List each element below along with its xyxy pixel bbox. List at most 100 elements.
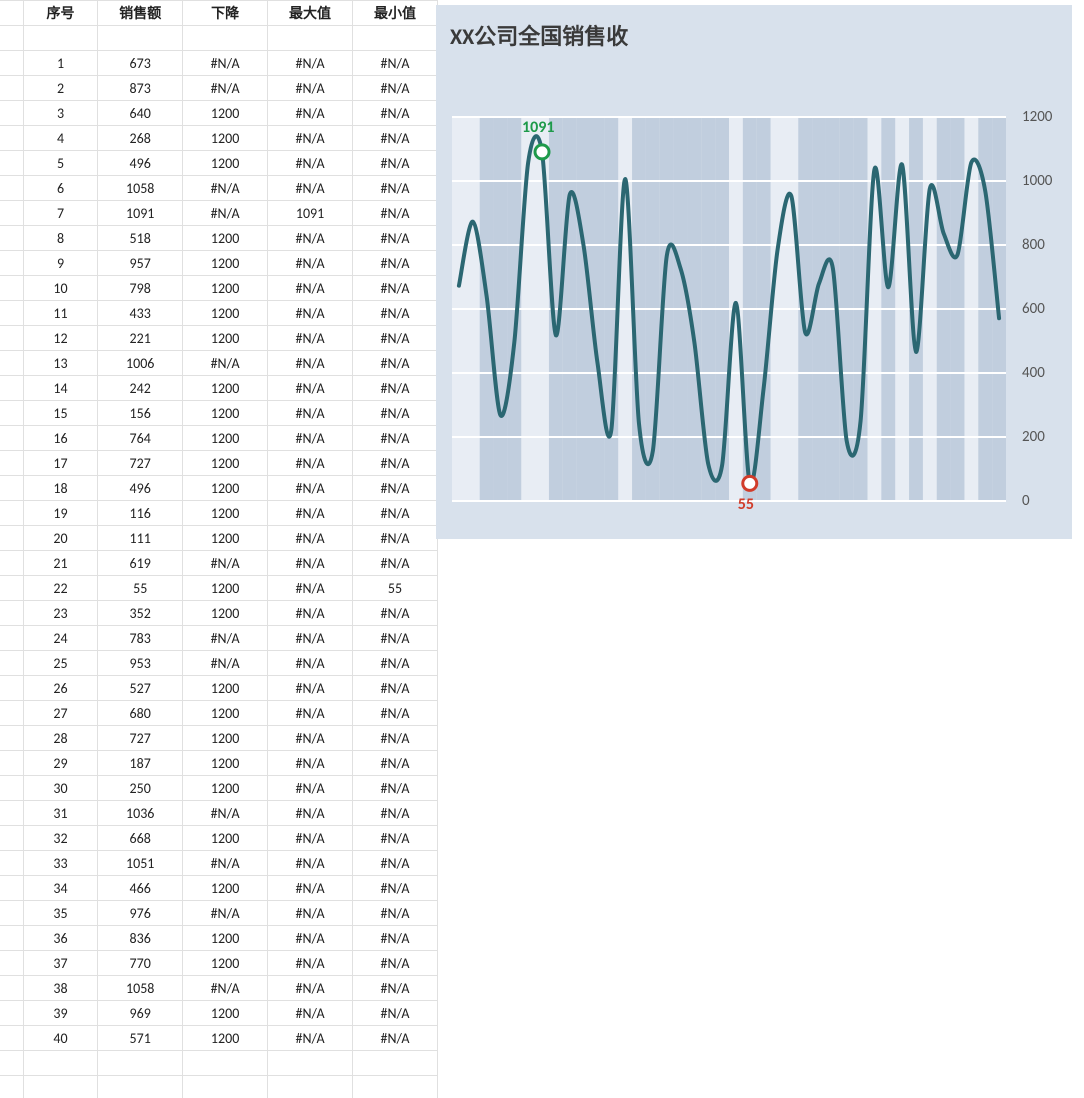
cell-down[interactable]: 1200 bbox=[183, 501, 268, 526]
cell-min[interactable]: #N/A bbox=[353, 651, 438, 676]
cell-min[interactable]: #N/A bbox=[353, 701, 438, 726]
cell-max[interactable]: #N/A bbox=[268, 476, 353, 501]
table-row[interactable]: 25953#N/A#N/A#N/A bbox=[0, 651, 438, 676]
cell-min[interactable]: #N/A bbox=[353, 626, 438, 651]
cell-sales[interactable]: 111 bbox=[98, 526, 183, 551]
cell-seq[interactable]: 36 bbox=[23, 926, 98, 951]
cell-min[interactable]: #N/A bbox=[353, 551, 438, 576]
cell-seq[interactable]: 6 bbox=[23, 176, 98, 201]
cell-max[interactable]: #N/A bbox=[268, 826, 353, 851]
table-row[interactable]: 122211200#N/A#N/A bbox=[0, 326, 438, 351]
table-row[interactable]: 331051#N/A#N/A#N/A bbox=[0, 851, 438, 876]
cell-seq[interactable]: 8 bbox=[23, 226, 98, 251]
table-row[interactable]: 107981200#N/A#N/A bbox=[0, 276, 438, 301]
cell-min[interactable]: #N/A bbox=[353, 776, 438, 801]
table-row[interactable]: 291871200#N/A#N/A bbox=[0, 751, 438, 776]
cell-max[interactable]: #N/A bbox=[268, 1001, 353, 1026]
table-row[interactable]: 142421200#N/A#N/A bbox=[0, 376, 438, 401]
cell-max[interactable]: #N/A bbox=[268, 851, 353, 876]
cell-sales[interactable]: 953 bbox=[98, 651, 183, 676]
cell-down[interactable]: 1200 bbox=[183, 476, 268, 501]
cell-sales[interactable]: 352 bbox=[98, 601, 183, 626]
cell-max[interactable]: 1091 bbox=[268, 201, 353, 226]
cell-seq[interactable]: 22 bbox=[23, 576, 98, 601]
cell-sales[interactable]: 496 bbox=[98, 151, 183, 176]
cell-max[interactable]: #N/A bbox=[268, 126, 353, 151]
cell-down[interactable]: 1200 bbox=[183, 526, 268, 551]
sales-chart[interactable]: XX公司全国销售收 020040060080010001200 1091 55 bbox=[436, 5, 1072, 539]
table-row[interactable]: 35976#N/A#N/A#N/A bbox=[0, 901, 438, 926]
cell-max[interactable]: #N/A bbox=[268, 376, 353, 401]
cell-seq[interactable]: 10 bbox=[23, 276, 98, 301]
cell-down[interactable]: 1200 bbox=[183, 251, 268, 276]
cell-max[interactable]: #N/A bbox=[268, 976, 353, 1001]
cell-max[interactable]: #N/A bbox=[268, 726, 353, 751]
cell-sales[interactable]: 976 bbox=[98, 901, 183, 926]
cell-down[interactable]: 1200 bbox=[183, 376, 268, 401]
cell-seq[interactable]: 18 bbox=[23, 476, 98, 501]
cell-seq[interactable]: 24 bbox=[23, 626, 98, 651]
table-row[interactable]: 151561200#N/A#N/A bbox=[0, 401, 438, 426]
cell-sales[interactable]: 1091 bbox=[98, 201, 183, 226]
table-row[interactable]: 24783#N/A#N/A#N/A bbox=[0, 626, 438, 651]
cell-sales[interactable]: 242 bbox=[98, 376, 183, 401]
cell-max[interactable]: #N/A bbox=[268, 51, 353, 76]
cell-down[interactable]: 1200 bbox=[183, 326, 268, 351]
cell-max[interactable]: #N/A bbox=[268, 351, 353, 376]
table-row[interactable]: 311036#N/A#N/A#N/A bbox=[0, 801, 438, 826]
table-row[interactable] bbox=[0, 1051, 438, 1076]
cell-sales[interactable]: 527 bbox=[98, 676, 183, 701]
cell-sales[interactable]: 518 bbox=[98, 226, 183, 251]
cell-seq[interactable]: 28 bbox=[23, 726, 98, 751]
data-table[interactable]: 序号 销售额 下降 最大值 最小值 1673#N/A#N/A#N/A2873#N… bbox=[0, 0, 438, 1098]
cell-down[interactable]: 1200 bbox=[183, 701, 268, 726]
table-row[interactable]: 276801200#N/A#N/A bbox=[0, 701, 438, 726]
table-row[interactable]: 377701200#N/A#N/A bbox=[0, 951, 438, 976]
cell-down[interactable]: 1200 bbox=[183, 751, 268, 776]
cell-down[interactable]: 1200 bbox=[183, 926, 268, 951]
cell-down[interactable]: 1200 bbox=[183, 576, 268, 601]
cell-down[interactable]: #N/A bbox=[183, 626, 268, 651]
cell-min[interactable]: #N/A bbox=[353, 276, 438, 301]
cell-down[interactable]: #N/A bbox=[183, 651, 268, 676]
cell-seq[interactable]: 1 bbox=[23, 51, 98, 76]
cell-down[interactable]: #N/A bbox=[183, 201, 268, 226]
cell-max[interactable]: #N/A bbox=[268, 326, 353, 351]
table-row[interactable]: 131006#N/A#N/A#N/A bbox=[0, 351, 438, 376]
cell-max[interactable]: #N/A bbox=[268, 101, 353, 126]
cell-sales[interactable]: 1006 bbox=[98, 351, 183, 376]
cell-max[interactable]: #N/A bbox=[268, 526, 353, 551]
table-row[interactable]: 233521200#N/A#N/A bbox=[0, 601, 438, 626]
header-max[interactable]: 最大值 bbox=[268, 1, 353, 26]
cell-down[interactable]: 1200 bbox=[183, 276, 268, 301]
header-min[interactable]: 最小值 bbox=[353, 1, 438, 26]
cell-max[interactable]: #N/A bbox=[268, 551, 353, 576]
table-row[interactable]: 287271200#N/A#N/A bbox=[0, 726, 438, 751]
cell-max[interactable]: #N/A bbox=[268, 776, 353, 801]
cell-seq[interactable]: 35 bbox=[23, 901, 98, 926]
cell-max[interactable]: #N/A bbox=[268, 451, 353, 476]
table-row[interactable]: 399691200#N/A#N/A bbox=[0, 1001, 438, 1026]
table-row[interactable]: 99571200#N/A#N/A bbox=[0, 251, 438, 276]
cell-sales[interactable]: 116 bbox=[98, 501, 183, 526]
header-down[interactable]: 下降 bbox=[183, 1, 268, 26]
cell-min[interactable]: #N/A bbox=[353, 451, 438, 476]
cell-sales[interactable]: 1036 bbox=[98, 801, 183, 826]
cell-sales[interactable]: 619 bbox=[98, 551, 183, 576]
cell-min[interactable]: #N/A bbox=[353, 426, 438, 451]
cell-sales[interactable]: 187 bbox=[98, 751, 183, 776]
cell-min[interactable]: #N/A bbox=[353, 851, 438, 876]
table-row[interactable]: 22551200#N/A55 bbox=[0, 576, 438, 601]
table-row[interactable]: 344661200#N/A#N/A bbox=[0, 876, 438, 901]
cell-sales[interactable]: 969 bbox=[98, 1001, 183, 1026]
cell-seq[interactable]: 4 bbox=[23, 126, 98, 151]
cell-sales[interactable]: 873 bbox=[98, 76, 183, 101]
cell-down[interactable]: #N/A bbox=[183, 551, 268, 576]
cell-down[interactable]: #N/A bbox=[183, 51, 268, 76]
cell-down[interactable]: 1200 bbox=[183, 426, 268, 451]
cell-sales[interactable]: 496 bbox=[98, 476, 183, 501]
table-row[interactable]: 405711200#N/A#N/A bbox=[0, 1026, 438, 1051]
table-row[interactable]: 54961200#N/A#N/A bbox=[0, 151, 438, 176]
table-row[interactable]: 36401200#N/A#N/A bbox=[0, 101, 438, 126]
cell-down[interactable]: 1200 bbox=[183, 1001, 268, 1026]
